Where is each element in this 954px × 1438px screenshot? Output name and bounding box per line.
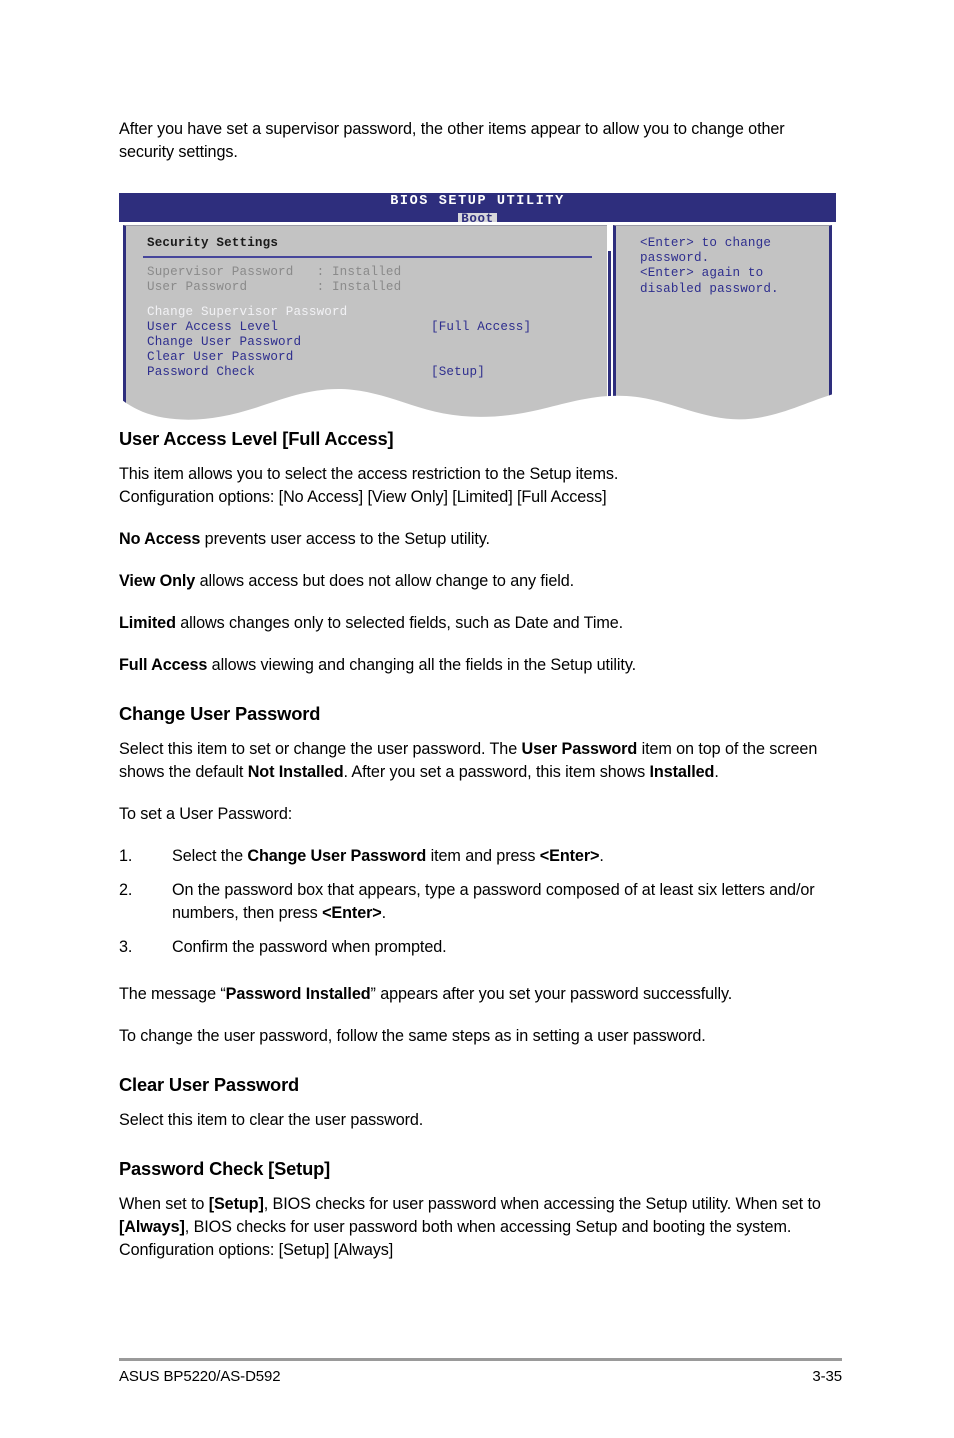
step2-bold-enter: <Enter>: [322, 904, 382, 922]
list-item: 3. Confirm the password when prompted.: [119, 936, 842, 959]
step2-text-1: On the password box that appears, type a…: [172, 881, 815, 922]
intro-paragraph: After you have set a supervisor password…: [119, 120, 785, 161]
to-set-user-password-line: To set a User Password:: [119, 805, 293, 823]
step-text: Select the Change User Password item and…: [172, 845, 842, 868]
cup-text-4: .: [714, 763, 719, 781]
clear-user-password-body: Select this item to clear the user passw…: [119, 1111, 424, 1129]
user-access-level-line1: This item allows you to select the acces…: [119, 465, 619, 483]
bios-value-password-check[interactable]: [Setup]: [431, 365, 485, 380]
password-check-body: When set to [Setup], BIOS checks for use…: [119, 1193, 842, 1262]
definition-text-view-only: allows access but does not allow change …: [195, 572, 575, 590]
step2-text-3: .: [381, 904, 387, 922]
step1-text-1: Select the: [172, 847, 248, 865]
bios-value-user-access-level[interactable]: [Full Access]: [431, 320, 531, 335]
definition-view-only: View Only allows access but does not all…: [119, 570, 789, 593]
user-access-level-line2: Configuration options: [No Access] [View…: [119, 488, 607, 506]
cup-bold-user-password: User Password: [521, 740, 638, 758]
step-number: 2.: [119, 881, 133, 899]
document-page: After you have set a supervisor password…: [0, 0, 954, 1438]
heading-clear-user-password: Clear User Password: [119, 1074, 300, 1095]
cup-text-3: . After you set a password, this item sh…: [343, 763, 650, 781]
definition-text-limited: allows changes only to selected fields, …: [175, 614, 624, 632]
step1-text-3: .: [599, 847, 604, 865]
pc-text-2: , BIOS checks for user password when acc…: [263, 1195, 821, 1213]
bios-screenshot-clip: BIOS SETUP UTILITY Boot Security Setting…: [119, 193, 836, 430]
bios-item-password-check[interactable]: Password Check: [147, 365, 255, 380]
list-item: 1. Select the Change User Password item …: [119, 845, 842, 868]
bios-section-title: Security Settings: [147, 236, 279, 250]
bios-body: Security Settings Supervisor Password : …: [119, 222, 836, 430]
bios-left-panel: Security Settings Supervisor Password : …: [123, 225, 607, 430]
definition-full-access: Full Access allows viewing and changing …: [119, 654, 789, 677]
bios-help-divider: [640, 402, 650, 403]
definition-term-limited: Limited: [119, 614, 176, 632]
definition-term-no-access: No Access: [119, 530, 201, 548]
heading-change-user-password: Change User Password: [119, 703, 321, 724]
step1-text-2: item and press: [426, 847, 540, 865]
set-password-steps: 1. Select the Change User Password item …: [119, 845, 842, 959]
pc-text-1: When set to: [119, 1195, 209, 1213]
bios-header-bar: BIOS SETUP UTILITY Boot: [119, 193, 836, 222]
definition-text-full-access: allows viewing and changing all the fiel…: [207, 656, 637, 674]
step-text: Confirm the password when prompted.: [172, 938, 447, 956]
heading-password-check: Password Check [Setup]: [119, 1158, 331, 1179]
password-installed-message: The message “Password Installed” appears…: [119, 983, 842, 1006]
page-number: 3-35: [812, 1368, 842, 1385]
bios-item-change-user-password[interactable]: Change User Password: [147, 335, 301, 350]
user-access-level-body: This item allows you to select the acces…: [119, 463, 842, 509]
pc-bold-always: [Always]: [119, 1218, 185, 1236]
definition-term-view-only: View Only: [119, 572, 196, 590]
definition-limited: Limited allows changes only to selected …: [119, 612, 789, 635]
step-number: 1.: [119, 847, 133, 865]
change-user-password-paragraph: Select this item to set or change the us…: [119, 738, 842, 784]
bios-panel-separator: [608, 251, 611, 459]
step1-bold-1: Change User Password: [247, 847, 427, 865]
change-password-note: To change the user password, follow the …: [119, 1027, 706, 1045]
definition-text-no-access: prevents user access to the Setup utilit…: [200, 530, 490, 548]
step-text: On the password box that appears, type a…: [172, 879, 842, 925]
footer-model: ASUS BP5220/AS-D592: [119, 1368, 281, 1385]
heading-user-access-level: User Access Level [Full Access]: [119, 428, 394, 449]
bios-help-panel: <Enter> to change password. <Enter> agai…: [613, 225, 832, 430]
cup-text-1: Select this item to set or change the us…: [119, 740, 522, 758]
pim-text-2: ” appears after you set your password su…: [370, 985, 733, 1003]
pc-bold-setup: [Setup]: [208, 1195, 264, 1213]
bios-item-clear-user-password[interactable]: Clear User Password: [147, 350, 293, 365]
definition-no-access: No Access prevents user access to the Se…: [119, 528, 789, 551]
bios-title: BIOS SETUP UTILITY: [390, 194, 565, 209]
step1-bold-enter: <Enter>: [539, 847, 600, 865]
list-item: 2. On the password box that appears, typ…: [119, 879, 842, 925]
cup-bold-not-installed: Not Installed: [247, 763, 344, 781]
pc-text-3: , BIOS checks for user password both whe…: [119, 1218, 792, 1259]
cup-bold-installed: Installed: [649, 763, 715, 781]
bios-item-user-access-level[interactable]: User Access Level: [147, 320, 278, 335]
bios-help-text: <Enter> to change password. <Enter> agai…: [640, 236, 779, 296]
bios-section-divider: [143, 256, 592, 258]
pim-bold-password-installed: Password Installed: [225, 985, 371, 1003]
definition-term-full-access: Full Access: [119, 656, 208, 674]
bios-setup-screenshot: BIOS SETUP UTILITY Boot Security Setting…: [119, 193, 836, 430]
bios-supervisor-password-status: Supervisor Password : Installed: [147, 265, 402, 279]
bios-user-password-status: User Password : Installed: [147, 280, 402, 294]
bios-item-change-supervisor-password[interactable]: Change Supervisor Password: [147, 305, 347, 320]
footer-divider: [119, 1358, 842, 1361]
step-number: 3.: [119, 938, 133, 956]
pim-text-1: The message “: [119, 985, 226, 1003]
